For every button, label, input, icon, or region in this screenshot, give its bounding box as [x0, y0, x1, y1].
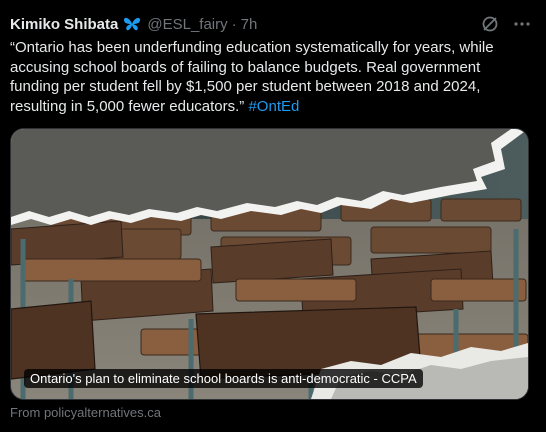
timestamp[interactable]: 7h — [241, 16, 258, 33]
tweet-text: “Ontario has been underfunding education… — [10, 38, 510, 116]
author-handle[interactable]: @ESL_fairy — [147, 16, 227, 33]
tweet-actions — [480, 14, 532, 34]
separator-dot: · — [231, 15, 237, 33]
tweet: Kimiko Shibata @ESL_fairy · 7h “Ontario … — [0, 0, 546, 432]
grok-icon[interactable] — [480, 14, 500, 34]
hashtag-link[interactable]: #OntEd — [248, 98, 299, 115]
card-caption: Ontario's plan to eliminate school board… — [24, 369, 423, 388]
card-image — [11, 129, 528, 399]
butterfly-icon — [123, 16, 141, 32]
tweet-header: Kimiko Shibata @ESL_fairy · 7h — [10, 14, 532, 34]
link-card[interactable]: Ontario's plan to eliminate school board… — [10, 128, 529, 400]
author-name[interactable]: Kimiko Shibata — [10, 16, 118, 33]
card-source[interactable]: From policyalternatives.ca — [10, 405, 161, 420]
more-icon[interactable] — [512, 14, 532, 34]
